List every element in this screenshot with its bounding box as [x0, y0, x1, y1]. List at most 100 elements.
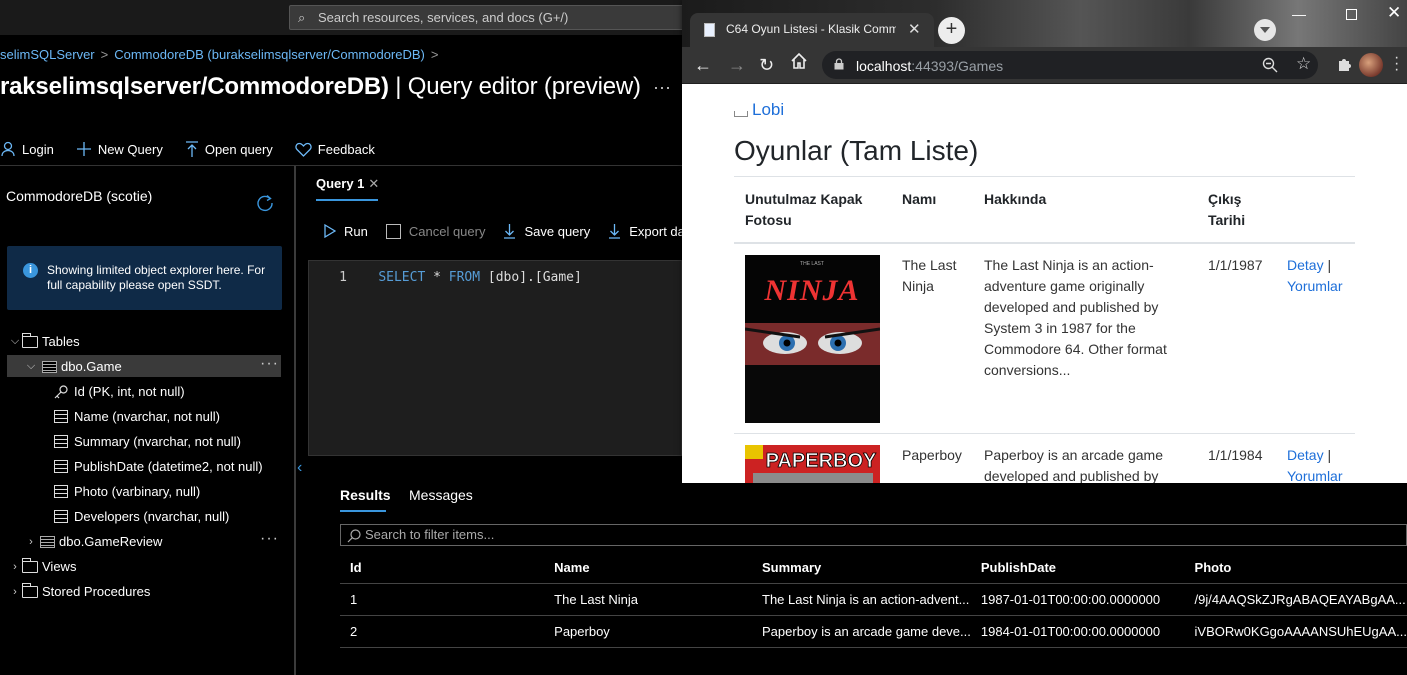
detay-link[interactable]: Detay: [1287, 447, 1324, 463]
browser-window: C64 Oyun Listesi - Klasik Commo ✕ + — ✕ …: [682, 0, 1407, 483]
filter-input[interactable]: Search to filter items...: [340, 524, 1407, 546]
feedback-button[interactable]: Feedback: [295, 142, 375, 157]
table-cell[interactable]: 1: [340, 583, 545, 616]
search-placeholder: Search resources, services, and docs (G+…: [318, 10, 569, 25]
export-label: Export da: [629, 223, 685, 239]
kebab-menu-icon[interactable]: · · ·: [1394, 50, 1399, 78]
info-banner: i Showing limited object explorer here. …: [7, 246, 282, 310]
column-label: Summary (nvarchar, not null): [74, 434, 241, 449]
more-options-button[interactable]: ···: [653, 77, 671, 98]
node-more-button[interactable]: ···: [260, 530, 279, 548]
global-search-input[interactable]: ⌕ Search resources, services, and docs (…: [289, 5, 709, 30]
column-header[interactable]: PublishDate: [970, 552, 1185, 584]
column-header[interactable]: Id: [340, 552, 545, 584]
login-button[interactable]: Login: [0, 141, 54, 157]
column-header: Namı: [891, 176, 973, 244]
table-cell[interactable]: /9j/4AAQSkZJRgABAQEAYABgAA...: [1184, 583, 1407, 616]
code-editor[interactable]: 1 SELECT * FROM [dbo].[Game]: [308, 260, 682, 456]
export-data-button[interactable]: Export da: [608, 223, 685, 239]
table-row[interactable]: 1 The Last Ninja The Last Ninja is an ac…: [340, 583, 1407, 616]
chevron-left-icon[interactable]: ‹: [297, 459, 302, 477]
column-header[interactable]: Summary: [752, 552, 971, 584]
login-label: Login: [22, 141, 54, 157]
tree-column-publishdate[interactable]: PublishDate (datetime2, not null): [54, 459, 263, 474]
table-cell[interactable]: Paperboy: [544, 615, 753, 648]
table-cell[interactable]: 2: [340, 615, 545, 648]
table-cell[interactable]: iVBORw0KGgoAAAANSUhEUgAA...: [1184, 615, 1407, 648]
tree-node-tables[interactable]: ⌵ Tables: [8, 332, 80, 349]
home-icon[interactable]: [790, 52, 808, 75]
table-cell[interactable]: 1984-01-01T00:00:00.0000000: [970, 615, 1185, 648]
back-arrow-icon[interactable]: ←: [694, 55, 712, 76]
close-icon[interactable]: ✕: [368, 176, 379, 191]
profile-avatar[interactable]: [1359, 53, 1383, 77]
yorumlar-link[interactable]: Yorumlar: [1287, 278, 1343, 294]
breadcrumb-server[interactable]: selimSQLServer: [0, 47, 95, 62]
detay-link[interactable]: Detay: [1287, 257, 1324, 273]
new-query-button[interactable]: New Query: [76, 141, 163, 157]
tree-column-id[interactable]: Id (PK, int, not null): [54, 384, 185, 399]
results-grid: Id Name Summary PublishDate Photo 1 The …: [340, 552, 1407, 648]
folder-icon: [22, 557, 38, 573]
table-cell[interactable]: Paperboy is an arcade game deve...: [752, 615, 971, 648]
active-tab-indicator: [316, 199, 378, 201]
tree-node-stored-procedures[interactable]: › Stored Procedures: [8, 582, 151, 599]
tree-node-dbo-game[interactable]: ⌵ dbo.Game ···: [24, 355, 281, 374]
key-icon: [54, 384, 68, 398]
game-actions: Detay | Yorumlar: [1276, 243, 1355, 434]
zoom-icon[interactable]: [1262, 57, 1278, 73]
column-header[interactable]: Photo: [1184, 552, 1407, 584]
broken-image-icon: [734, 111, 748, 117]
extensions-icon[interactable]: [1336, 55, 1354, 73]
tree-node-dbo-gamereview[interactable]: › dbo.GameReview ···: [24, 530, 281, 549]
column-icon: [54, 510, 68, 523]
save-query-button[interactable]: Save query: [503, 223, 590, 239]
tree-node-views[interactable]: › Views: [8, 557, 76, 574]
lock-icon: [834, 58, 844, 70]
games-header-row: Unutulmaz Kapak Fotosu Namı Hakkında Çık…: [734, 176, 1355, 244]
table-cell[interactable]: The Last Ninja is an action-advent...: [752, 583, 971, 616]
column-header[interactable]: Name: [544, 552, 753, 584]
tree-column-developers[interactable]: Developers (nvarchar, null): [54, 509, 229, 524]
lobi-link[interactable]: Lobi: [734, 100, 784, 120]
tab-messages[interactable]: Messages: [409, 487, 473, 503]
editor-toolbar: Run Cancel query Save query Export da: [324, 223, 703, 239]
new-tab-button[interactable]: +: [938, 17, 965, 44]
cancel-query-button[interactable]: Cancel query: [385, 223, 485, 239]
tab-results[interactable]: Results: [340, 487, 391, 503]
window-close-icon[interactable]: ✕: [1387, 3, 1401, 23]
tree-column-photo[interactable]: Photo (varbinary, null): [54, 484, 200, 499]
minimize-icon[interactable]: —: [1292, 6, 1306, 22]
tree-node-label: Tables: [42, 334, 80, 349]
address-bar[interactable]: localhost:44393/Games ☆: [822, 51, 1318, 79]
reload-icon[interactable]: ↻: [759, 55, 774, 76]
tab-search-button[interactable]: [1254, 19, 1276, 41]
star-icon[interactable]: ☆: [1296, 54, 1311, 74]
forward-arrow-icon[interactable]: →: [728, 55, 746, 76]
node-more-button[interactable]: ···: [260, 355, 279, 373]
browser-tab[interactable]: C64 Oyun Listesi - Klasik Commo ✕: [690, 13, 934, 47]
table-row[interactable]: 2 Paperboy Paperboy is an arcade game de…: [340, 615, 1407, 648]
play-icon: [324, 224, 336, 238]
open-query-button[interactable]: Open query: [185, 141, 273, 157]
table-cell[interactable]: The Last Ninja: [544, 583, 753, 616]
tab-query-1[interactable]: Query 1 ✕: [316, 176, 379, 192]
game-summary: Paperboy is an arcade game developed and…: [973, 433, 1197, 483]
table-cell[interactable]: 1987-01-01T00:00:00.0000000: [970, 583, 1185, 616]
breadcrumb-database[interactable]: CommodoreDB (burakselimsqlserver/Commodo…: [114, 47, 425, 62]
run-button[interactable]: Run: [324, 224, 368, 239]
tree-node-label: Stored Procedures: [42, 584, 151, 599]
table-icon: [42, 360, 57, 373]
page-icon: [704, 23, 715, 37]
maximize-icon[interactable]: [1346, 9, 1357, 20]
refresh-icon[interactable]: [256, 194, 274, 217]
column-label: PublishDate (datetime2, not null): [74, 459, 263, 474]
tree-column-summary[interactable]: Summary (nvarchar, not null): [54, 434, 241, 449]
cover-logo: NINJA: [763, 274, 859, 307]
query-editor: Query 1 ✕ Run Cancel query Save query Exp…: [296, 166, 685, 456]
game-name: The Last Ninja: [891, 243, 973, 434]
search-icon: [347, 529, 361, 543]
yorumlar-link[interactable]: Yorumlar: [1287, 468, 1343, 483]
tree-column-name[interactable]: Name (nvarchar, not null): [54, 409, 220, 424]
close-icon[interactable]: ✕: [908, 20, 921, 38]
